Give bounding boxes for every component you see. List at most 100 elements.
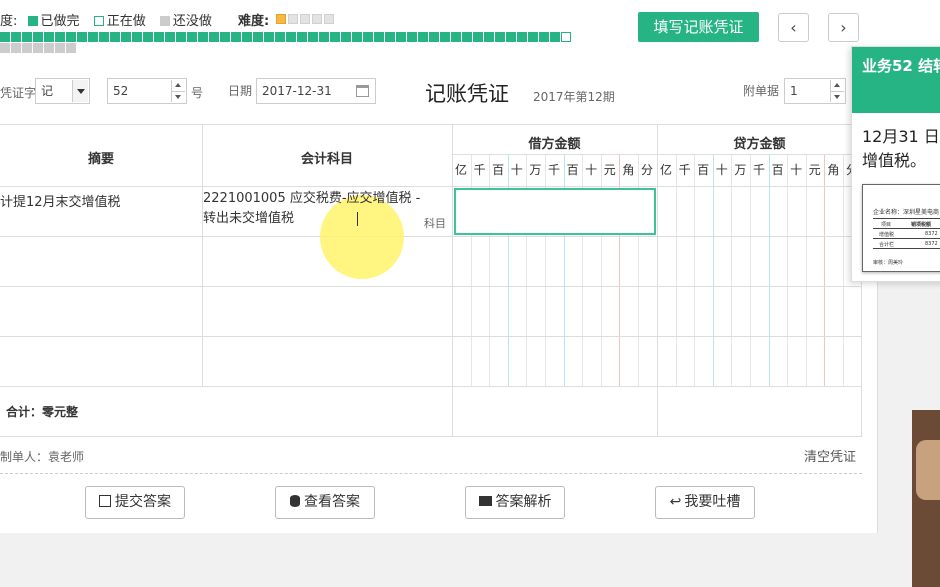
- progress-cell[interactable]: [0, 43, 10, 53]
- text-cursor-icon: [357, 212, 365, 226]
- row1-debit-input[interactable]: [454, 188, 656, 235]
- feedback-button[interactable]: ↩ 我要吐槽: [655, 486, 755, 519]
- progress-cell[interactable]: [451, 32, 461, 42]
- progress-cell[interactable]: [33, 43, 43, 53]
- progress-cell[interactable]: [77, 32, 87, 42]
- clear-voucher-link[interactable]: 清空凭证: [804, 446, 856, 465]
- reply-icon: ↩: [669, 494, 682, 510]
- progress-cell[interactable]: [319, 32, 329, 42]
- progress-cell[interactable]: [44, 43, 54, 53]
- progress-cell[interactable]: [550, 32, 560, 42]
- progress-cell[interactable]: [198, 32, 208, 42]
- voucher-number-input[interactable]: 52: [107, 78, 187, 104]
- progress-cell[interactable]: [275, 32, 285, 42]
- progress-cell[interactable]: [517, 32, 527, 42]
- digit-header: 亿: [659, 163, 672, 177]
- stepper-down-icon[interactable]: [171, 91, 185, 102]
- date-input[interactable]: 2017-12-31: [256, 78, 376, 104]
- progress-legend: 度: 已做完 正在做 还没做: [0, 10, 212, 29]
- prev-button[interactable]: ‹: [778, 13, 809, 42]
- date-label: 日期: [228, 84, 253, 98]
- progress-cell[interactable]: [385, 32, 395, 42]
- progress-cell[interactable]: [11, 43, 21, 53]
- doc-company: 企业名称：深圳星美电商: [873, 209, 940, 216]
- progress-cell[interactable]: [330, 32, 340, 42]
- progress-cell[interactable]: [495, 32, 505, 42]
- attachment-input[interactable]: 1: [784, 78, 846, 104]
- progress-cell[interactable]: [440, 32, 450, 42]
- view-answer-button[interactable]: 查看答案: [275, 486, 375, 519]
- progress-label: 度:: [0, 14, 18, 29]
- progress-cell[interactable]: [22, 32, 32, 42]
- progress-cell[interactable]: [66, 32, 76, 42]
- task-document-thumbnail[interactable]: 企业名称：深圳星美电商 项目 销项税额 增值税 8372 合计栏 8372 审核：周美…: [862, 184, 940, 272]
- submit-answer-button[interactable]: 提交答案: [85, 486, 185, 519]
- voucher-word-value: 记: [41, 84, 54, 98]
- progress-cell[interactable]: [429, 32, 439, 42]
- stepper-up-icon[interactable]: [830, 80, 844, 91]
- progress-cell[interactable]: [220, 32, 230, 42]
- progress-cell[interactable]: [462, 32, 472, 42]
- progress-cell[interactable]: [374, 32, 384, 42]
- progress-cell[interactable]: [341, 32, 351, 42]
- fill-voucher-button[interactable]: 填写记账凭证: [638, 12, 759, 42]
- progress-cell[interactable]: [264, 32, 274, 42]
- progress-cell[interactable]: [99, 32, 109, 42]
- database-icon: [290, 495, 300, 507]
- progress-cell[interactable]: [396, 32, 406, 42]
- next-button[interactable]: ›: [828, 13, 859, 42]
- progress-cell[interactable]: [253, 32, 263, 42]
- progress-cell[interactable]: [132, 32, 142, 42]
- voucher-word-select[interactable]: 记: [35, 78, 90, 104]
- progress-cell[interactable]: [363, 32, 373, 42]
- progress-cell[interactable]: [209, 32, 219, 42]
- doc-row1-val: 8372: [925, 231, 938, 237]
- progress-cell[interactable]: [55, 32, 65, 42]
- answer-analysis-button[interactable]: 答案解析: [465, 486, 565, 519]
- progress-cell[interactable]: [297, 32, 307, 42]
- progress-cell[interactable]: [286, 32, 296, 42]
- attachment-label: 附单据: [743, 84, 780, 98]
- progress-cell[interactable]: [242, 32, 252, 42]
- digit-header: 千: [678, 163, 691, 177]
- progress-cell[interactable]: [66, 43, 76, 53]
- calendar-icon[interactable]: [356, 85, 369, 97]
- progress-cell[interactable]: [484, 32, 494, 42]
- progress-cell[interactable]: [165, 32, 175, 42]
- digit-gridline: [843, 155, 844, 386]
- voucher-word-label: 凭证字: [0, 86, 37, 100]
- digit-gridline: [805, 155, 807, 386]
- progress-cell[interactable]: [407, 32, 417, 42]
- progress-cell[interactable]: [176, 32, 186, 42]
- progress-cell[interactable]: [0, 32, 10, 42]
- progress-cell[interactable]: [352, 32, 362, 42]
- progress-cell[interactable]: [154, 32, 164, 42]
- progress-cell[interactable]: [110, 32, 120, 42]
- progress-cell[interactable]: [418, 32, 428, 42]
- row1-account[interactable]: 2221001005 应交税费-应交增值税 - 转出未交增值税: [203, 189, 431, 229]
- digit-gridline: [731, 155, 733, 386]
- digit-header: 十: [715, 163, 728, 177]
- progress-cell[interactable]: [231, 32, 241, 42]
- progress-cell[interactable]: [11, 32, 21, 42]
- progress-cell[interactable]: [143, 32, 153, 42]
- progress-cell[interactable]: [44, 32, 54, 42]
- doc-row2-val: 8372: [925, 241, 938, 247]
- progress-cell[interactable]: [539, 32, 549, 42]
- stepper-down-icon[interactable]: [830, 91, 844, 102]
- progress-cell[interactable]: [33, 32, 43, 42]
- digit-gridline: [787, 155, 789, 386]
- progress-cell[interactable]: [187, 32, 197, 42]
- stepper-up-icon[interactable]: [171, 80, 185, 91]
- progress-cell[interactable]: [528, 32, 538, 42]
- progress-cell[interactable]: [88, 32, 98, 42]
- chevron-right-icon: ›: [840, 18, 847, 37]
- progress-cell[interactable]: [473, 32, 483, 42]
- progress-cell[interactable]: [55, 43, 65, 53]
- progress-cell[interactable]: [506, 32, 516, 42]
- progress-cell[interactable]: [22, 43, 32, 53]
- progress-cell[interactable]: [308, 32, 318, 42]
- progress-cell[interactable]: [121, 32, 131, 42]
- progress-cell[interactable]: [561, 32, 571, 42]
- row1-summary[interactable]: 计提12月末交增值税: [0, 191, 121, 210]
